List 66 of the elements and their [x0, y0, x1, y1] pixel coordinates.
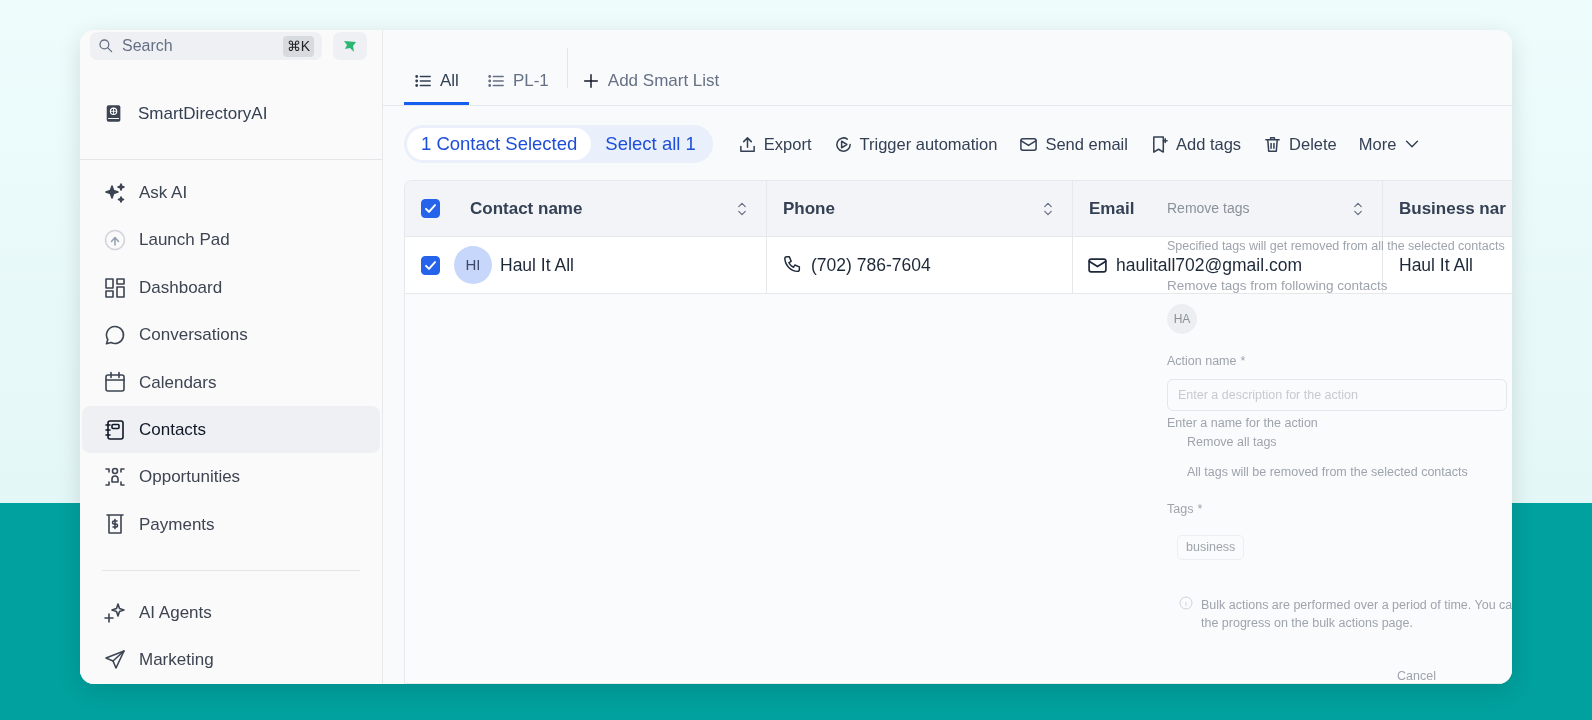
tab[interactable]: PL-1: [476, 59, 559, 105]
column-header: Contact name: [470, 197, 583, 220]
add-smart-list-button[interactable]: Add Smart List: [571, 59, 730, 105]
grid-icon: [104, 276, 126, 299]
phone-icon: [783, 255, 803, 275]
nav-item[interactable]: Launch Pad: [82, 216, 380, 264]
check-icon: [423, 201, 438, 216]
upload-circle-icon: [104, 229, 126, 252]
upload-icon: [737, 134, 757, 154]
column-header: Business nar: [1399, 197, 1506, 220]
nav-item[interactable]: Contacts: [82, 406, 380, 454]
avatar: HI: [454, 246, 492, 284]
nav-item[interactable]: Dashboard: [82, 263, 380, 312]
required-mark: *: [1197, 501, 1203, 518]
nav-item[interactable]: AI Agents: [82, 589, 380, 637]
info-text: Bulk actions are performed over a period of time. You ca: [1201, 596, 1512, 614]
play-circle-icon: [833, 134, 853, 154]
search-field[interactable]: Search ⌘K: [90, 32, 322, 60]
field-label: Tags: [1167, 501, 1194, 518]
paper-plane-icon: [104, 649, 126, 672]
selected-count: 1 Contact Selected: [407, 128, 592, 160]
people-icon: [104, 466, 126, 489]
info-icon: [1179, 595, 1193, 610]
required-mark: *: [1240, 353, 1246, 370]
nav-item[interactable]: Conversations: [82, 311, 380, 359]
receipt-icon: [104, 513, 126, 536]
shortcut-key: ⌘K: [282, 35, 314, 57]
option-label: Remove all tags: [1187, 433, 1277, 451]
toolbar-action[interactable]: Trigger automation: [822, 131, 1009, 157]
contact-name: Haul It All: [500, 253, 574, 277]
notebook-icon: [104, 418, 126, 441]
business-name: Haul It All: [1399, 253, 1473, 277]
calendar-icon: [104, 371, 126, 394]
field-help: Enter a name for the action: [1167, 414, 1318, 432]
panel-title: Remove tags: [1167, 199, 1250, 218]
sparkle-plus-icon: [104, 601, 126, 624]
info-text: the progress on the bulk actions page.: [1201, 615, 1414, 633]
toolbar-action[interactable]: More: [1347, 131, 1433, 157]
checkbox[interactable]: [421, 199, 440, 218]
nav-item[interactable]: Calendars: [82, 358, 380, 406]
chat-bubble-icon: [104, 323, 126, 346]
option-help: All tags will be removed from the selected contacts: [1187, 464, 1468, 482]
checkbox[interactable]: [421, 255, 440, 275]
section-label: Remove tags from following contacts: [1167, 276, 1388, 295]
nav-item[interactable]: Opportunities: [82, 453, 380, 501]
toolbar-action[interactable]: Add tags: [1138, 131, 1253, 157]
panel-subtitle: Specified tags will get removed from all the selected contacts: [1167, 238, 1505, 255]
search-icon: [98, 38, 114, 54]
sparkle-icon: [104, 181, 126, 204]
trash-icon: [1263, 134, 1283, 154]
select-all-link[interactable]: Select all 1: [591, 130, 710, 158]
nav-item[interactable]: Marketing: [82, 636, 380, 684]
email-address: haulitall702@gmail.com: [1116, 253, 1303, 277]
nav-item[interactable]: Payments: [82, 500, 380, 549]
account-switcher[interactable]: SmartDirectoryAI: [80, 95, 382, 134]
toolbar-action[interactable]: Export: [726, 131, 823, 157]
plus-icon: [581, 71, 600, 90]
tag-chip: business: [1177, 534, 1245, 560]
nav-item[interactable]: Ask AI: [82, 169, 380, 217]
field-label: Action name: [1167, 353, 1237, 370]
column-header: Email: [1089, 197, 1135, 220]
toolbar-action[interactable]: Delete: [1252, 131, 1348, 157]
toolbar-action[interactable]: Send email: [1008, 131, 1139, 157]
tab[interactable]: All: [404, 59, 469, 105]
column-header: Phone: [783, 197, 835, 220]
phone-number: (702) 786-7604: [811, 253, 931, 277]
